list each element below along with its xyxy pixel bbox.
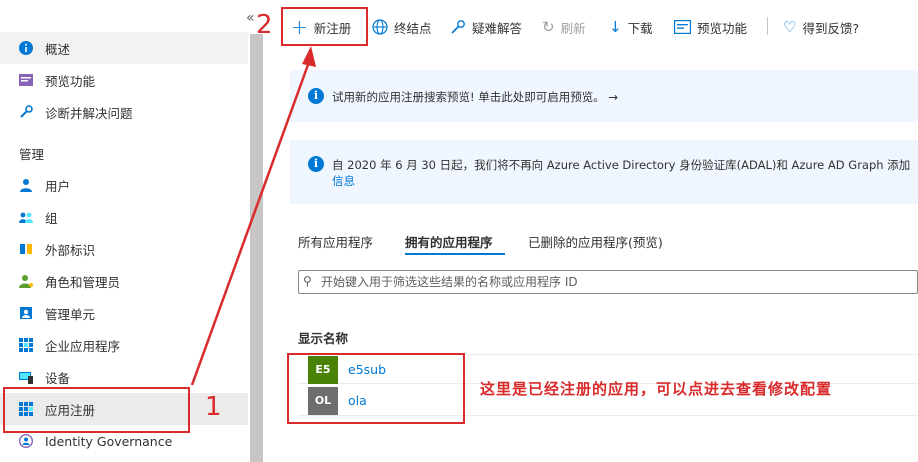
info-icon: i — [308, 156, 324, 172]
refresh-button[interactable]: ↻ 刷新 — [542, 14, 586, 40]
sidebar-item-label: 企业应用程序 — [45, 338, 121, 354]
tab-owned-applications[interactable]: 拥有的应用程序 — [405, 232, 493, 251]
tab-all-applications[interactable]: 所有应用程序 — [298, 232, 373, 251]
sidebar-item-label: 预览功能 — [45, 73, 96, 89]
enterprise-apps-icon — [19, 338, 33, 352]
adal-deprecation-banner: i 自 2020 年 6 月 30 日起，我们将不再向 Azure Active… — [290, 140, 918, 204]
identity-governance-icon — [19, 434, 33, 448]
sidebar-item-label: 用户 — [45, 178, 71, 194]
sidebar-item-preview[interactable]: 预览功能 — [0, 64, 248, 96]
sidebar-item-label: 组 — [45, 210, 58, 226]
preview-search-text: 试用新的应用注册搜索预览! 单击此处即可启用预览。 → — [332, 90, 619, 104]
sidebar-item-label: 管理单元 — [45, 306, 96, 322]
sidebar-scrollbar[interactable] — [250, 34, 263, 462]
roles-icon — [19, 275, 33, 288]
download-button[interactable]: ↓ 下载 — [609, 14, 653, 40]
collapse-sidebar-button[interactable]: « — [246, 10, 255, 26]
azure-portal-app-registrations: { "sidebar": { "collapse_glyph": "«", "i… — [0, 0, 918, 462]
annotation-step-1: 1 — [205, 392, 222, 422]
annotation-box-app-registrations — [3, 387, 190, 433]
sidebar-item-enterprise-apps[interactable]: 企业应用程序 — [0, 329, 248, 361]
tab-deleted-applications[interactable]: 已删除的应用程序(预览) — [528, 232, 663, 251]
search-icon: ⚲ — [303, 274, 312, 288]
globe-icon — [372, 19, 388, 35]
wrench-icon — [451, 20, 465, 34]
refresh-label: 刷新 — [560, 20, 586, 36]
preview-features-button[interactable]: 预览功能 — [674, 14, 747, 40]
sidebar-item-users[interactable]: 用户 — [0, 169, 248, 201]
active-tab-indicator — [405, 253, 505, 255]
admin-unit-icon — [20, 307, 32, 319]
wrench-icon — [20, 105, 33, 118]
external-id-icon — [20, 244, 32, 254]
sidebar-item-external-identities[interactable]: 外部标识 — [0, 233, 248, 265]
endpoints-button[interactable]: 终结点 — [372, 14, 432, 40]
section-heading-manage: 管理 — [19, 147, 45, 162]
info-icon: i — [308, 88, 324, 104]
sidebar-item-label: 诊断并解决问题 — [45, 105, 133, 121]
preview-icon — [19, 74, 33, 86]
sidebar-item-roles-admins[interactable]: 角色和管理员 — [0, 265, 248, 297]
preview-icon — [674, 20, 691, 34]
endpoints-label: 终结点 — [394, 20, 432, 36]
annotation-step-2: 2 — [256, 10, 273, 40]
sidebar-item-overview[interactable]: 概述 — [0, 32, 248, 64]
annotation-box-new-registration — [281, 7, 368, 46]
preview-features-label: 预览功能 — [697, 20, 748, 36]
user-icon — [20, 179, 32, 192]
adal-notice-text: 自 2020 年 6 月 30 日起，我们将不再向 Azure Active D… — [332, 158, 911, 172]
sidebar-item-admin-units[interactable]: 管理单元 — [0, 297, 248, 329]
sidebar-item-groups[interactable]: 组 — [0, 201, 248, 233]
adal-notice-link[interactable]: 信息 — [332, 173, 355, 189]
refresh-icon: ↻ — [542, 18, 555, 36]
annotation-box-registered-apps — [287, 353, 465, 424]
column-header-display-name[interactable]: 显示名称 — [298, 328, 348, 347]
filter-input[interactable] — [321, 273, 911, 291]
annotation-note: 这里是已经注册的应用，可以点进去查看修改配置 — [480, 380, 833, 398]
troubleshoot-button[interactable]: 疑难解答 — [450, 14, 522, 40]
feedback-button[interactable]: ♡ 得到反馈? — [783, 14, 859, 40]
troubleshoot-label: 疑难解答 — [472, 20, 523, 36]
filter-box: ⚲ — [298, 270, 918, 294]
sidebar-item-diagnose[interactable]: 诊断并解决问题 — [0, 96, 248, 128]
device-icon — [19, 372, 33, 384]
group-icon — [19, 212, 33, 223]
toolbar-separator — [767, 17, 768, 35]
sidebar-item-label: 角色和管理员 — [45, 274, 121, 290]
sidebar-item-label: 概述 — [45, 41, 71, 57]
info-icon — [19, 41, 33, 55]
sidebar-item-label: Identity Governance — [45, 433, 173, 449]
download-label: 下载 — [627, 20, 653, 36]
feedback-label: 得到反馈? — [802, 20, 860, 36]
download-icon: ↓ — [609, 18, 622, 36]
heart-icon: ♡ — [783, 18, 797, 36]
sidebar-item-label: 外部标识 — [45, 242, 96, 258]
preview-search-banner[interactable]: i 试用新的应用注册搜索预览! 单击此处即可启用预览。 → — [290, 70, 918, 122]
sidebar-item-label: 设备 — [45, 370, 71, 386]
